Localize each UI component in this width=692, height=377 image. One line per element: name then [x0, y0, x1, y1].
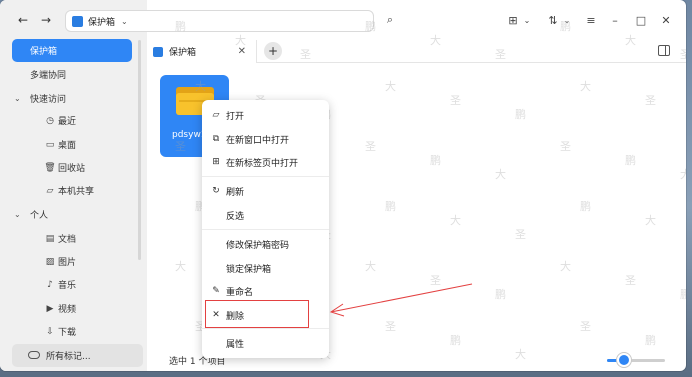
annotation-arrow — [329, 283, 473, 317]
